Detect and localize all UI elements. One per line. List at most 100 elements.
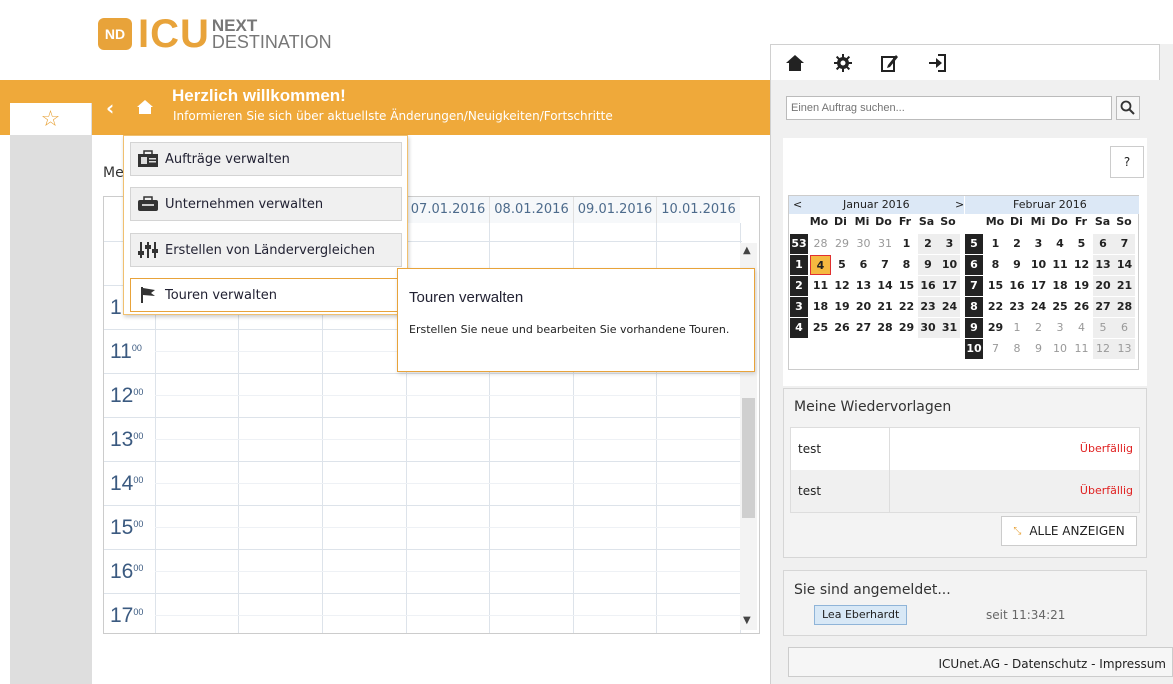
calendar-day[interactable]: 31 <box>939 318 960 338</box>
calendar-day[interactable]: 24 <box>1028 297 1049 317</box>
scrollbar-thumb[interactable] <box>742 398 755 518</box>
calendar-day[interactable]: 8 <box>896 255 917 275</box>
menu-item-auftraege[interactable]: Aufträge verwalten <box>130 142 402 176</box>
calendar-day[interactable]: 1 <box>1007 318 1028 338</box>
calendar-day[interactable]: 18 <box>810 297 831 317</box>
calendar-day[interactable]: 21 <box>1114 276 1135 296</box>
week-number[interactable]: 7 <box>965 276 983 296</box>
calendar-day[interactable]: 23 <box>917 297 939 317</box>
footer-links[interactable]: ICUnet.AG - Datenschutz - Impressum <box>788 647 1173 677</box>
user-badge[interactable]: Lea Eberhardt <box>814 605 908 625</box>
calendar-day[interactable]: 31 <box>875 234 896 254</box>
calendar-day[interactable]: 27 <box>853 318 874 338</box>
calendar-day[interactable]: 4 <box>1050 234 1071 254</box>
week-number[interactable]: 3 <box>790 297 808 317</box>
calendar-day[interactable]: 9 <box>1028 339 1049 359</box>
calendar-day[interactable]: 3 <box>1050 318 1071 338</box>
calendar-day[interactable]: 29 <box>985 318 1006 338</box>
week-number[interactable]: 8 <box>965 297 983 317</box>
menu-item-touren[interactable]: Touren verwalten <box>130 278 402 312</box>
calendar-day[interactable]: 12 <box>1071 255 1092 275</box>
calendar-day[interactable]: 28 <box>1114 297 1135 317</box>
calendar-day[interactable]: 13 <box>1092 255 1114 275</box>
calendar-day[interactable]: 10 <box>939 255 960 275</box>
calendar-day[interactable]: 30 <box>917 318 939 338</box>
calendar-day[interactable]: 20 <box>1092 276 1114 296</box>
calendar-day[interactable]: 29 <box>832 234 853 254</box>
calendar-day[interactable]: 20 <box>853 297 874 317</box>
table-row[interactable]: test Überfällig <box>791 470 1139 512</box>
week-number[interactable]: 1 <box>790 255 808 275</box>
gear-icon[interactable] <box>833 53 853 73</box>
calendar-day[interactable]: 1 <box>985 234 1006 254</box>
calendar-day[interactable]: 4 <box>810 255 831 275</box>
calendar-day[interactable]: 11 <box>1050 255 1071 275</box>
search-button[interactable] <box>1116 96 1140 120</box>
calendar-day[interactable]: 2 <box>1028 318 1049 338</box>
week-number[interactable]: 6 <box>965 255 983 275</box>
calendar-day[interactable]: 10 <box>1050 339 1071 359</box>
calendar-day[interactable]: 13 <box>853 276 874 296</box>
home-icon[interactable] <box>135 97 155 117</box>
show-all-button[interactable]: ⤡ ALLE ANZEIGEN <box>1001 516 1137 546</box>
calendar-day[interactable]: 13 <box>1114 339 1135 359</box>
home-icon[interactable] <box>785 53 805 73</box>
week-number[interactable]: 53 <box>790 234 808 254</box>
calendar-day[interactable]: 1 <box>896 234 917 254</box>
calendar-day[interactable]: 3 <box>1028 234 1049 254</box>
calendar-day[interactable]: 19 <box>1071 276 1092 296</box>
calendar-day[interactable]: 12 <box>1092 339 1114 359</box>
calendar-day[interactable]: 17 <box>1028 276 1049 296</box>
help-button[interactable]: ? <box>1110 146 1144 178</box>
next-month-button[interactable]: > <box>955 198 964 211</box>
calendar-day[interactable]: 15 <box>985 276 1006 296</box>
menu-item-laendervergleiche[interactable]: Erstellen von Ländervergleichen <box>130 233 402 267</box>
prev-month-button[interactable]: < <box>793 198 802 211</box>
menu-item-unternehmen[interactable]: Unternehmen verwalten <box>130 187 402 221</box>
calendar-day[interactable]: 16 <box>1007 276 1028 296</box>
hour-row[interactable]: 1700 <box>104 593 742 633</box>
calendar-day[interactable]: 16 <box>917 276 939 296</box>
calendar-day[interactable]: 23 <box>1007 297 1028 317</box>
edit-icon[interactable] <box>879 53 899 73</box>
star-icon[interactable]: ☆ <box>10 103 92 135</box>
table-row[interactable]: test Überfällig <box>791 428 1139 470</box>
calendar-day[interactable]: 6 <box>853 255 874 275</box>
calendar-day[interactable]: 21 <box>875 297 896 317</box>
calendar-day[interactable]: 28 <box>810 234 831 254</box>
calendar-day[interactable]: 12 <box>832 276 853 296</box>
day-header[interactable]: 10.01.2016 <box>656 197 740 223</box>
calendar-day[interactable]: 4 <box>1071 318 1092 338</box>
calendar-day[interactable]: 17 <box>939 276 960 296</box>
app-logo[interactable]: ND ICU NEXT DESTINATION <box>98 14 332 54</box>
calendar-day[interactable]: 5 <box>1092 318 1114 338</box>
calendar-day[interactable]: 3 <box>939 234 960 254</box>
calendar-day[interactable]: 9 <box>917 255 939 275</box>
day-header[interactable]: 08.01.2016 <box>489 197 573 223</box>
calendar-day[interactable]: 7 <box>985 339 1006 359</box>
calendar-day[interactable]: 8 <box>1007 339 1028 359</box>
week-number[interactable]: 2 <box>790 276 808 296</box>
calendar-day[interactable]: 7 <box>875 255 896 275</box>
calendar-day[interactable]: 9 <box>1007 255 1028 275</box>
calendar-day[interactable]: 5 <box>1071 234 1092 254</box>
calendar-day[interactable]: 25 <box>1050 297 1071 317</box>
week-number[interactable]: 10 <box>965 339 983 359</box>
calendar-day[interactable]: 27 <box>1092 297 1114 317</box>
calendar-day[interactable]: 25 <box>810 318 831 338</box>
day-header[interactable]: 07.01.2016 <box>406 197 489 223</box>
calendar-day[interactable]: 22 <box>896 297 917 317</box>
calendar-day[interactable]: 24 <box>939 297 960 317</box>
calendar-day[interactable]: 2 <box>1007 234 1028 254</box>
scroll-down-icon[interactable]: ▼ <box>743 615 751 626</box>
calendar-day[interactable]: 6 <box>1114 318 1135 338</box>
week-number[interactable]: 4 <box>790 318 808 338</box>
calendar-day[interactable]: 2 <box>917 234 939 254</box>
back-button[interactable]: ‹ <box>106 96 114 120</box>
calendar-day[interactable]: 10 <box>1028 255 1049 275</box>
calendar-day[interactable]: 15 <box>896 276 917 296</box>
calendar-day[interactable]: 29 <box>896 318 917 338</box>
logout-icon[interactable] <box>927 53 947 73</box>
calendar-day[interactable]: 28 <box>875 318 896 338</box>
order-search-input[interactable] <box>786 96 1112 120</box>
